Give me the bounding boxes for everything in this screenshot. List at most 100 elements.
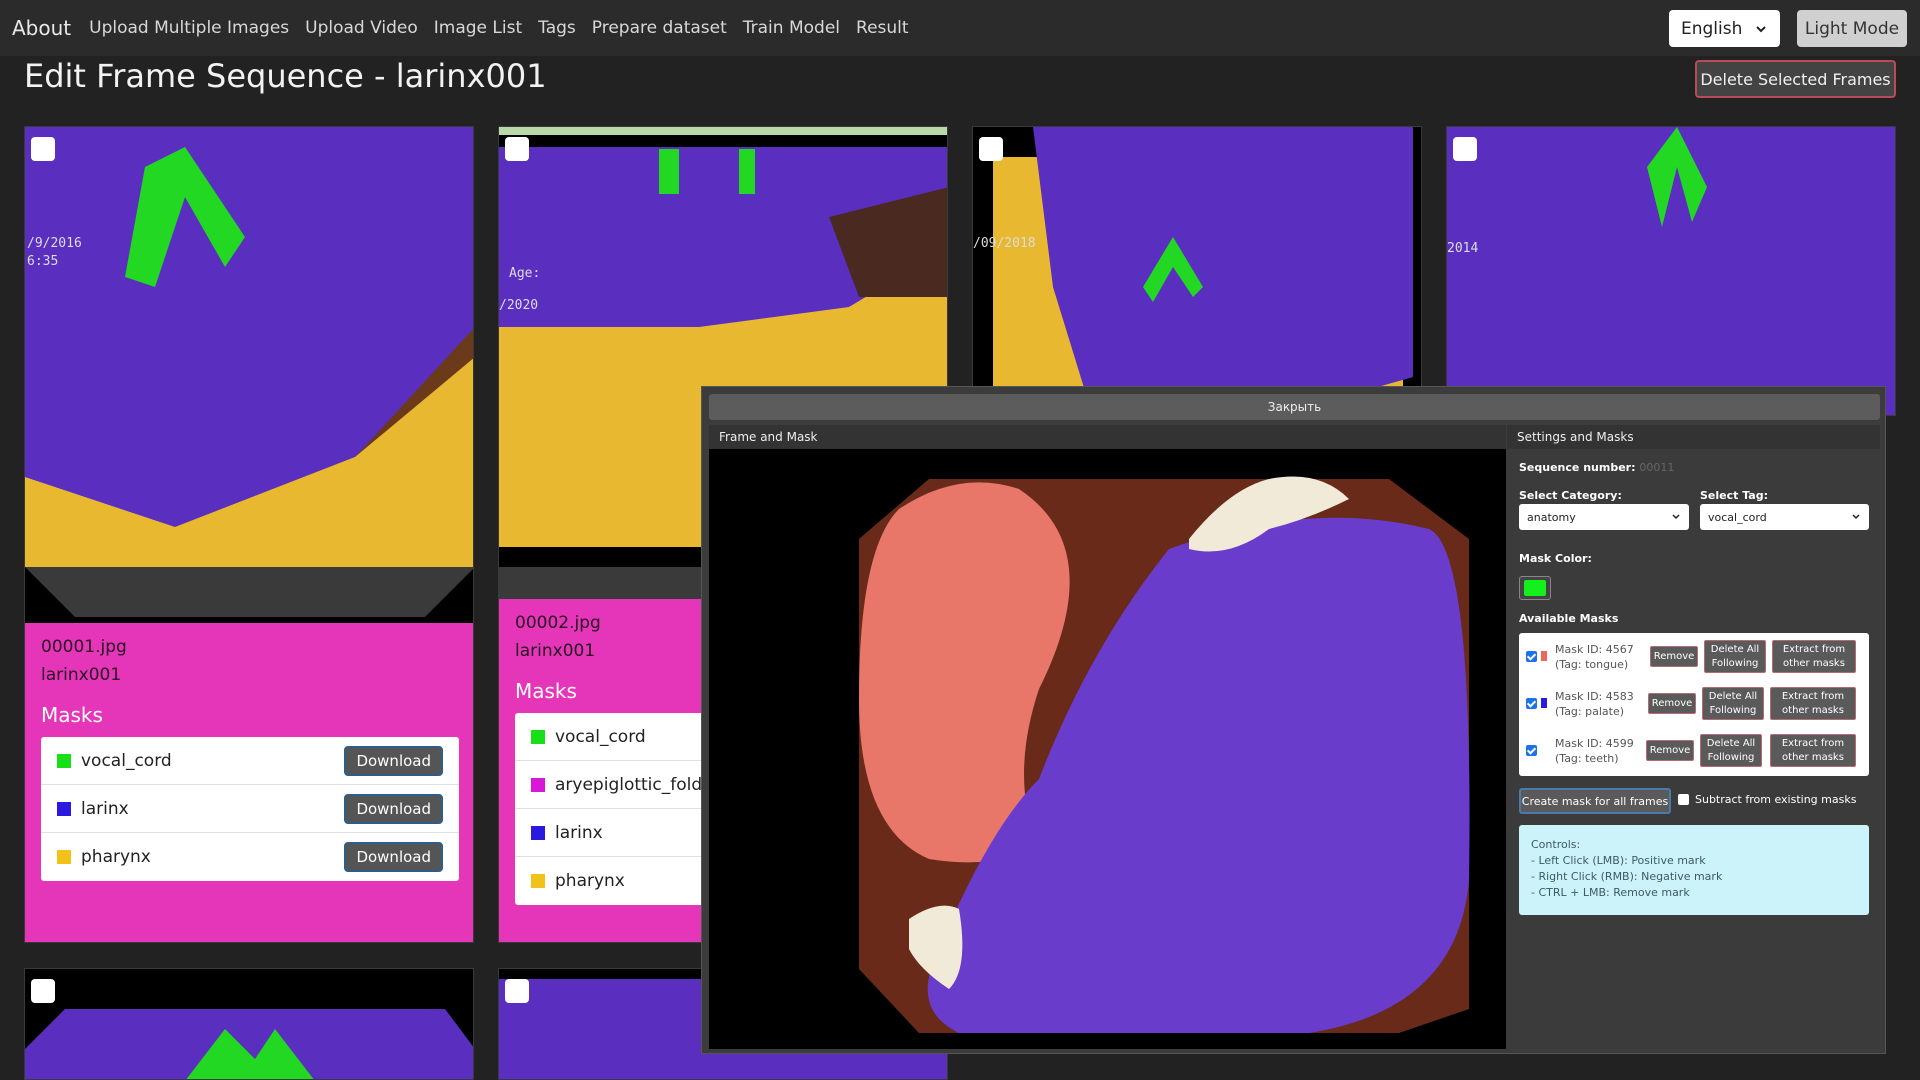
- frame-select-checkbox[interactable]: [31, 979, 55, 1003]
- nav-upload-video[interactable]: Upload Video: [297, 18, 426, 38]
- settings-panel: Sequence number: 00011 Select Category: …: [1507, 449, 1880, 1049]
- frame-thumbnail[interactable]: [25, 969, 473, 1079]
- extract-line1: Extract from: [1782, 643, 1846, 655]
- frame-select-checkbox[interactable]: [505, 137, 529, 161]
- mask-tag: (Tag: tongue): [1555, 658, 1629, 671]
- mask-color-swatch: [531, 825, 545, 840]
- frame-card: 2014: [1446, 126, 1896, 416]
- frame-select-checkbox[interactable]: [31, 137, 55, 161]
- tag-select[interactable]: vocal_cord: [1700, 504, 1869, 530]
- download-mask-button[interactable]: Download: [344, 745, 443, 776]
- subtract-label: Subtract from existing masks: [1695, 793, 1857, 806]
- navbar: About Upload Multiple Images Upload Vide…: [0, 0, 1920, 56]
- mask-color-swatch: [531, 729, 545, 744]
- frame-thumbnail[interactable]: /9/2016 6:35: [25, 127, 473, 623]
- extract-from-other-masks-button[interactable]: Extract from other masks: [1770, 734, 1856, 767]
- chevron-down-icon: [1756, 25, 1766, 32]
- remove-mask-button[interactable]: Remove: [1650, 646, 1698, 667]
- frame-mask-canvas[interactable]: [709, 449, 1506, 1049]
- frame-thumbnail[interactable]: 2014: [1447, 127, 1895, 415]
- delete-all-following-line2: Following: [1709, 704, 1757, 716]
- download-mask-button[interactable]: Download: [344, 793, 443, 824]
- mask-name: vocal_cord: [81, 750, 172, 771]
- frame-pane-title: Frame and Mask: [709, 425, 1506, 449]
- tag-label: Select Tag:: [1700, 489, 1769, 502]
- mask-tag: (Tag: palate): [1555, 705, 1625, 718]
- controls-title: Controls:: [1531, 838, 1581, 851]
- frame-card: [24, 968, 474, 1080]
- mask-visible-checkbox[interactable]: [1526, 698, 1537, 709]
- delete-all-following-line2: Following: [1707, 751, 1755, 763]
- sequence-number-value: 00011: [1639, 461, 1675, 474]
- mask-row: vocal_cord Download: [41, 737, 459, 785]
- masks-title: Masks: [41, 703, 103, 727]
- page-title: Edit Frame Sequence - larinx001: [24, 57, 547, 95]
- controls-line: - Right Click (RMB): Negative mark: [1531, 870, 1723, 883]
- language-select[interactable]: English: [1669, 10, 1780, 47]
- extract-line2: other masks: [1782, 704, 1844, 716]
- category-select[interactable]: anatomy: [1519, 504, 1689, 530]
- chevron-down-icon: [1852, 514, 1860, 520]
- mask-list: vocal_cord Download larinx Download phar…: [41, 737, 459, 881]
- mask-visible-checkbox[interactable]: [1526, 745, 1537, 756]
- frame-select-checkbox[interactable]: [979, 137, 1003, 161]
- extract-line1: Extract from: [1781, 690, 1845, 702]
- svg-text:2014: 2014: [1447, 241, 1478, 256]
- mask-color-swatch: [57, 850, 71, 864]
- available-masks-label: Available Masks: [1519, 612, 1619, 625]
- frame-card: /9/2016 6:35 00001.jpg larinx001 Masks v…: [24, 126, 474, 943]
- controls-help: Controls: - Left Click (LMB): Positive m…: [1519, 825, 1869, 915]
- create-mask-all-frames-button[interactable]: Create mask for all frames: [1519, 788, 1671, 814]
- mask-color-swatch: [1524, 580, 1546, 596]
- mask-id: Mask ID: 4599: [1555, 737, 1634, 750]
- available-mask-row: Mask ID: 4583 (Tag: palate) Remove Delet…: [1519, 680, 1869, 727]
- mask-editor-modal: Закрыть Frame and Mask Settings and Mask…: [701, 386, 1886, 1054]
- remove-mask-button[interactable]: Remove: [1648, 693, 1696, 714]
- extract-from-other-masks-button[interactable]: Extract from other masks: [1770, 687, 1856, 720]
- close-modal-button[interactable]: Закрыть: [709, 394, 1880, 420]
- frame-thumbnail[interactable]: /09/2018: [973, 127, 1421, 415]
- nav-image-list[interactable]: Image List: [426, 18, 530, 38]
- remove-mask-button[interactable]: Remove: [1646, 740, 1694, 761]
- subtract-checkbox[interactable]: [1678, 794, 1689, 805]
- nav-result[interactable]: Result: [848, 18, 917, 38]
- available-mask-row: Mask ID: 4567 (Tag: tongue) Remove Delet…: [1519, 633, 1869, 680]
- mask-color-swatch: [57, 753, 71, 768]
- nav-links: Upload Multiple Images Upload Video Imag…: [81, 18, 916, 38]
- delete-all-following-line2: Following: [1711, 657, 1759, 669]
- nav-brand-about[interactable]: About: [12, 16, 71, 40]
- delete-all-following-button[interactable]: Delete All Following: [1700, 734, 1762, 767]
- settings-pane-title: Settings and Masks: [1507, 425, 1880, 449]
- frame-select-checkbox[interactable]: [505, 979, 529, 1003]
- extract-line1: Extract from: [1781, 737, 1845, 749]
- delete-selected-frames-button[interactable]: Delete Selected Frames: [1695, 60, 1896, 98]
- nav-prepare-dataset[interactable]: Prepare dataset: [584, 18, 735, 38]
- delete-all-following-button[interactable]: Delete All Following: [1702, 687, 1764, 720]
- extract-from-other-masks-button[interactable]: Extract from other masks: [1772, 640, 1856, 673]
- available-masks-list: Mask ID: 4567 (Tag: tongue) Remove Delet…: [1519, 633, 1869, 776]
- mask-color-swatch: [57, 801, 71, 816]
- frame-select-checkbox[interactable]: [1453, 137, 1477, 161]
- mask-tag: (Tag: teeth): [1555, 752, 1619, 765]
- available-mask-row: Mask ID: 4599 (Tag: teeth) Remove Delete…: [1519, 727, 1869, 774]
- light-mode-button[interactable]: Light Mode: [1797, 10, 1907, 47]
- mask-row: pharynx Download: [41, 833, 459, 881]
- delete-all-following-button[interactable]: Delete All Following: [1704, 640, 1766, 673]
- nav-train-model[interactable]: Train Model: [735, 18, 848, 38]
- mask-color-swatch: [1541, 651, 1547, 661]
- category-label: Select Category:: [1519, 489, 1622, 502]
- language-value: English: [1681, 18, 1743, 39]
- mask-color-picker[interactable]: [1519, 576, 1551, 600]
- mask-name: pharynx: [81, 847, 151, 867]
- mask-info: Mask ID: 4583 (Tag: palate): [1555, 689, 1634, 719]
- tag-value: vocal_cord: [1708, 510, 1767, 524]
- download-mask-button[interactable]: Download: [344, 842, 443, 872]
- extract-line2: other masks: [1782, 751, 1844, 763]
- nav-tags[interactable]: Tags: [530, 18, 584, 38]
- delete-all-following-line1: Delete All: [1706, 737, 1756, 749]
- controls-line: - CTRL + LMB: Remove mark: [1531, 886, 1690, 899]
- sequence-number-label: Sequence number:: [1519, 461, 1636, 474]
- mask-visible-checkbox[interactable]: [1526, 651, 1537, 662]
- frame-card: /09/2018: [972, 126, 1422, 416]
- nav-upload-multiple-images[interactable]: Upload Multiple Images: [81, 18, 297, 38]
